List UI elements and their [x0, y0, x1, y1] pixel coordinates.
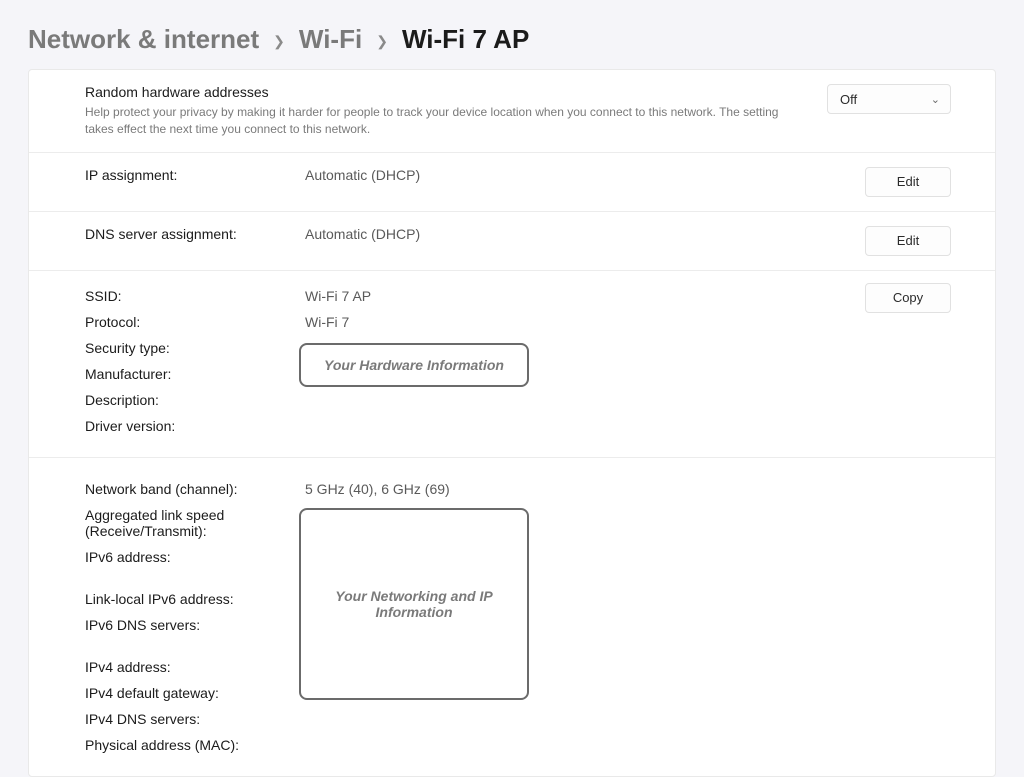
linkspeed-label: Aggregated link speed (Receive/Transmit)… — [85, 504, 305, 542]
network-details-block: Network band (channel): 5 GHz (40), 6 GH… — [29, 458, 995, 776]
ip-assignment-value: Automatic (DHCP) — [305, 167, 420, 187]
ipv4dns-row: IPv4 DNS servers: — [29, 706, 995, 732]
protocol-row: Protocol: Wi-Fi 7 — [29, 309, 995, 335]
protocol-value: Wi-Fi 7 — [305, 311, 349, 333]
breadcrumb-root[interactable]: Network & internet — [28, 24, 259, 55]
ip-assignment-row: IP assignment: Automatic (DHCP) Edit — [29, 153, 995, 212]
breadcrumb: Network & internet ❯ Wi-Fi ❯ Wi-Fi 7 AP — [0, 0, 1024, 69]
copy-button[interactable]: Copy — [865, 283, 951, 313]
random-hardware-dropdown[interactable]: Off ⌄ — [827, 84, 951, 114]
driver-label: Driver version: — [85, 415, 305, 437]
ip-assignment-label: IP assignment: — [85, 167, 305, 183]
dns-assignment-value: Automatic (DHCP) — [305, 226, 420, 246]
ssid-label: SSID: — [85, 285, 305, 307]
breadcrumb-current: Wi-Fi 7 AP — [402, 24, 529, 55]
ipv6-label: IPv6 address: — [85, 546, 305, 568]
ssid-row: SSID: Wi-Fi 7 AP — [29, 283, 995, 309]
mac-label: Physical address (MAC): — [85, 734, 305, 756]
connection-details-block: Copy SSID: Wi-Fi 7 AP Protocol: Wi-Fi 7 … — [29, 271, 995, 458]
ipv4-label: IPv4 address: — [85, 656, 305, 678]
description-label: Description: — [85, 389, 305, 411]
random-hardware-title: Random hardware addresses — [85, 84, 815, 100]
ip-assignment-edit-button[interactable]: Edit — [865, 167, 951, 197]
mac-row: Physical address (MAC): — [29, 732, 995, 758]
network-info-placeholder: Your Networking and IP Information — [299, 508, 529, 700]
random-hardware-desc: Help protect your privacy by making it h… — [85, 104, 785, 138]
driver-row: Driver version: — [29, 413, 995, 439]
protocol-label: Protocol: — [85, 311, 305, 333]
settings-panel: Random hardware addresses Help protect y… — [28, 69, 996, 777]
random-hardware-row: Random hardware addresses Help protect y… — [29, 70, 995, 153]
hardware-info-placeholder: Your Hardware Information — [299, 343, 529, 387]
breadcrumb-wifi[interactable]: Wi-Fi — [299, 24, 362, 55]
ipv4gw-label: IPv4 default gateway: — [85, 682, 305, 704]
ipv6dns-label: IPv6 DNS servers: — [85, 614, 305, 636]
chevron-down-icon: ⌄ — [931, 93, 940, 106]
dns-assignment-label: DNS server assignment: — [85, 226, 305, 242]
ssid-value: Wi-Fi 7 AP — [305, 285, 371, 307]
dns-assignment-row: DNS server assignment: Automatic (DHCP) … — [29, 212, 995, 271]
dns-assignment-edit-button[interactable]: Edit — [865, 226, 951, 256]
ipv4dns-label: IPv4 DNS servers: — [85, 708, 305, 730]
description-row: Description: — [29, 387, 995, 413]
chevron-right-icon: ❯ — [376, 33, 388, 50]
security-label: Security type: — [85, 337, 305, 359]
band-value: 5 GHz (40), 6 GHz (69) — [305, 478, 450, 500]
band-row: Network band (channel): 5 GHz (40), 6 GH… — [29, 476, 995, 502]
band-label: Network band (channel): — [85, 478, 305, 500]
dropdown-value: Off — [840, 92, 857, 107]
manufacturer-label: Manufacturer: — [85, 363, 305, 385]
linklocal-label: Link-local IPv6 address: — [85, 588, 305, 610]
chevron-right-icon: ❯ — [273, 33, 285, 50]
